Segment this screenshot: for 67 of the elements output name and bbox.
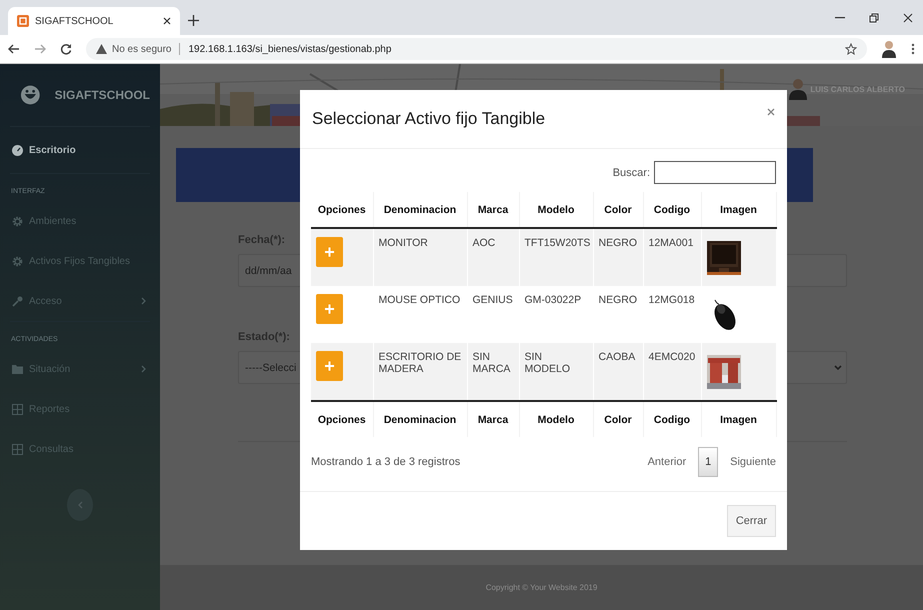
previous-link[interactable]: Anterior <box>648 456 686 468</box>
gauge-icon <box>12 144 23 156</box>
address-bar[interactable]: No es seguro 192.168.1.163/si_bienes/vistas/gestionab.php <box>86 38 867 60</box>
sidebar-item[interactable]: Escritorio <box>10 127 150 173</box>
back-icon[interactable] <box>8 43 20 55</box>
add-button[interactable]: + <box>316 237 343 267</box>
page-button[interactable]: 1 <box>698 447 718 477</box>
smiley-logo-icon <box>20 84 41 106</box>
star-icon[interactable] <box>845 43 857 55</box>
sidebar-toggle-button[interactable] <box>67 489 93 521</box>
column-header: Codigo <box>643 401 701 437</box>
browser-tab[interactable]: SIGAFTSCHOOL <box>8 7 180 35</box>
close-icon[interactable] <box>903 12 913 22</box>
security-warning: No es seguro <box>112 44 172 54</box>
table-cell: 12MG018 <box>648 294 695 306</box>
gear-icon <box>12 256 23 266</box>
table-cell: TFT15W20TS <box>524 237 590 249</box>
table-cell: SIN MARCA <box>472 351 510 375</box>
user-avatar-icon[interactable] <box>788 78 808 100</box>
table-cell: MOUSE OPTICO <box>378 294 460 306</box>
column-header: Opciones <box>311 401 373 437</box>
restore-icon[interactable] <box>869 12 879 22</box>
table-cell: CAOBA <box>598 351 636 363</box>
new-tab-icon[interactable] <box>188 15 199 26</box>
column-header: Denominacion <box>373 401 467 437</box>
table-cell: NEGRO <box>598 294 638 306</box>
menu-icon[interactable] <box>911 43 915 55</box>
table-cell: 12MA001 <box>648 237 694 249</box>
close-button[interactable]: Cerrar <box>726 505 776 537</box>
add-button[interactable]: + <box>316 351 343 381</box>
add-button[interactable]: + <box>316 294 343 324</box>
column-header: Marca <box>467 401 519 437</box>
table-cell: NEGRO <box>598 237 638 249</box>
column-header: Color <box>593 401 643 437</box>
copyright-text: Copyright © Your Website 2019 <box>486 583 598 592</box>
warning-icon <box>96 44 107 54</box>
column-header: Modelo <box>519 401 593 437</box>
chevron-down-icon <box>834 365 842 370</box>
url-text: 192.168.1.163/si_bienes/vistas/gestionab.php <box>188 44 392 54</box>
tab-title: SIGAFTSCHOOL <box>35 16 114 26</box>
table-cell: 4EMC020 <box>648 351 696 363</box>
search-field[interactable] <box>654 161 776 184</box>
records-info: Mostrando 1 a 3 de 3 registros <box>311 456 460 468</box>
brand-name: SIGAFTSCHOOL <box>54 88 150 102</box>
table-cell: MONITOR <box>378 237 428 249</box>
table-cell: AOC <box>472 237 496 249</box>
chevron-right-icon <box>141 297 146 305</box>
reload-icon[interactable] <box>60 43 72 55</box>
gear-icon <box>12 216 23 226</box>
table-cell: SIN MODELO <box>524 351 570 375</box>
search-label: Buscar: <box>612 166 650 178</box>
column-header: Imagen <box>701 401 776 437</box>
table-cell: ESCRITORIO DE MADERA <box>378 351 462 375</box>
modal-title: Seleccionar Activo fijo Tangible <box>312 109 546 129</box>
chevron-left-icon <box>78 501 82 509</box>
chevron-right-icon <box>141 365 146 373</box>
table-cell: GENIUS <box>472 294 513 306</box>
minimize-icon[interactable] <box>835 16 845 18</box>
wrench-icon <box>12 296 23 306</box>
table-cell: GM-03022P <box>524 294 582 306</box>
next-link[interactable]: Siguiente <box>730 456 776 468</box>
close-icon[interactable] <box>163 17 171 25</box>
table-icon <box>12 444 23 454</box>
folder-icon <box>12 364 23 374</box>
table-icon <box>12 404 23 414</box>
profile-avatar-icon[interactable] <box>881 40 897 58</box>
app-icon <box>17 15 29 27</box>
